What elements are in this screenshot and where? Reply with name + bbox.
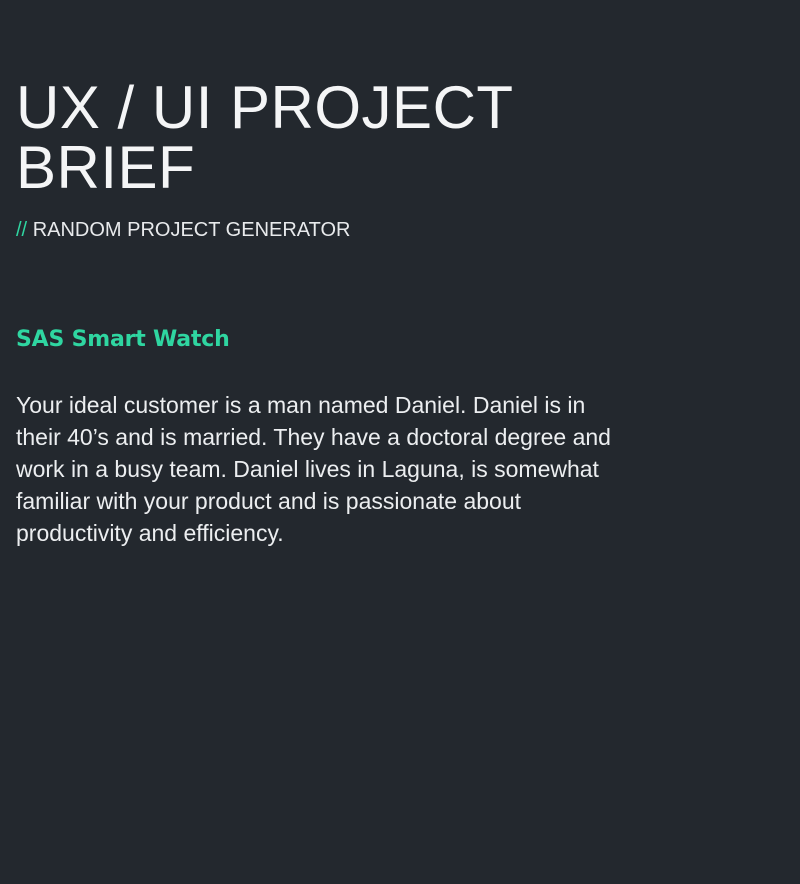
page-title: UX / UI PROJECT BRIEF xyxy=(16,74,513,201)
page-subtitle: // RANDOM PROJECT GENERATOR xyxy=(16,217,636,243)
page-header: UX / UI PROJECT BRIEF // RANDOM PROJECT … xyxy=(16,78,636,243)
project-name: SAS Smart Watch xyxy=(16,327,230,352)
project-brief: SAS Smart Watch Your ideal customer is a… xyxy=(16,322,636,549)
subtitle-text: RANDOM PROJECT GENERATOR xyxy=(32,219,351,241)
project-description: Your ideal customer is a man named Danie… xyxy=(16,392,611,546)
subtitle-slashes: // xyxy=(16,219,28,241)
